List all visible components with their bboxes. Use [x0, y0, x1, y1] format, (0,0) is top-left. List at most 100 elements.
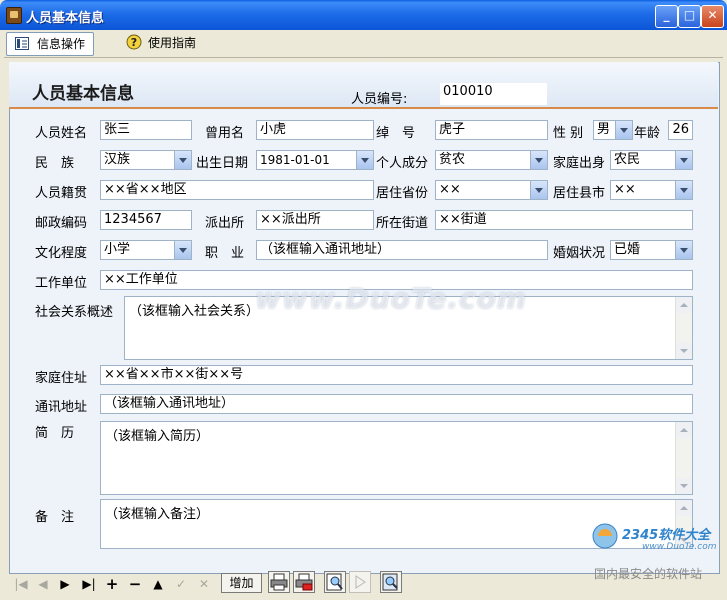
svg-text:?: ? — [131, 36, 137, 49]
gender-label: 性 别 — [553, 126, 584, 141]
scroll-up-icon[interactable] — [676, 500, 692, 516]
scrollbar[interactable] — [675, 422, 692, 494]
resume-value: （该框输入简历） — [105, 429, 210, 444]
county-select[interactable]: ×× — [610, 180, 693, 200]
gender-value: 男 — [597, 122, 611, 137]
province-label: 居住省份 — [376, 186, 429, 201]
marital-select[interactable]: 已婚 — [610, 240, 693, 260]
occupation-field[interactable]: （该框输入通讯地址） — [256, 240, 548, 260]
gender-select[interactable]: 男 — [593, 120, 633, 140]
find-button[interactable] — [380, 571, 402, 593]
nickname-field[interactable]: 虎子 — [435, 120, 548, 140]
title-bar — [0, 0, 727, 30]
window-title: 人员基本信息 — [26, 11, 105, 26]
maximize-button[interactable]: □ — [678, 5, 701, 28]
last-icon: ▶| — [82, 577, 96, 591]
tab-info-ops[interactable]: 信息操作 — [6, 32, 95, 56]
close-button[interactable]: ✕ — [701, 5, 724, 28]
add-button[interactable]: 增加 — [221, 573, 262, 593]
help-icon: ? — [126, 34, 142, 50]
minimize-button[interactable]: _ — [655, 5, 678, 28]
home-field[interactable]: ××省××市××街××号 — [100, 365, 693, 385]
brand-slogan: 国内最安全的软件站 — [594, 567, 703, 581]
print-setup-button[interactable] — [293, 571, 315, 593]
check-icon: ✓ — [175, 577, 187, 591]
birthdate-picker[interactable]: 1981-01-01 — [256, 150, 374, 170]
person-id-field[interactable]: 010010 — [440, 83, 547, 105]
last-record-button[interactable]: ▶| — [80, 575, 98, 593]
education-value: 小学 — [104, 242, 131, 257]
cancel-record-button[interactable]: ✕ — [195, 575, 213, 593]
education-select[interactable]: 小学 — [100, 240, 192, 260]
insert-record-button[interactable]: + — [103, 575, 121, 593]
watermark: www.DuoTe.com — [255, 282, 527, 315]
origin-field[interactable]: ××省××地区 — [100, 180, 374, 200]
preview-button[interactable] — [324, 571, 346, 593]
resume-textarea[interactable]: （该框输入简历） — [100, 421, 693, 495]
form-icon — [15, 37, 29, 50]
police-field[interactable]: ××派出所 — [256, 210, 374, 230]
class-select[interactable]: 贫农 — [435, 150, 548, 170]
resume-label: 简 历 — [35, 426, 75, 441]
play-button[interactable] — [349, 571, 371, 593]
notes-value: （该框输入备注） — [105, 507, 210, 522]
tab-guide[interactable]: ? 使用指南 — [118, 32, 204, 54]
next-record-button[interactable]: ▶ — [56, 575, 74, 593]
first-record-button[interactable]: |◀ — [12, 575, 30, 593]
chevron-down-icon[interactable] — [675, 241, 692, 259]
cancel-icon: ✕ — [198, 577, 210, 591]
chevron-down-icon[interactable] — [356, 151, 373, 169]
scroll-down-icon[interactable] — [676, 343, 692, 359]
tab-bar — [4, 30, 723, 58]
chevron-down-icon[interactable] — [615, 121, 632, 139]
ethnicity-value: 汉族 — [104, 152, 131, 167]
search-icon — [382, 573, 398, 591]
chevron-down-icon[interactable] — [675, 151, 692, 169]
former-name-label: 曾用名 — [205, 126, 245, 141]
tab-label: 信息操作 — [37, 37, 86, 51]
edit-record-button[interactable]: ▲ — [149, 575, 167, 593]
province-select[interactable]: ×× — [435, 180, 548, 200]
print-button[interactable] — [268, 571, 290, 593]
postcode-field[interactable]: 1234567 — [100, 210, 192, 230]
printer-icon — [270, 573, 288, 591]
delete-record-button[interactable]: − — [126, 575, 144, 593]
chevron-down-icon[interactable] — [530, 181, 547, 199]
printer-setup-icon — [295, 573, 313, 591]
chevron-down-icon[interactable] — [174, 241, 191, 259]
brand-name: 2345软件大全 — [622, 528, 711, 543]
first-icon: |◀ — [14, 577, 28, 591]
street-field[interactable]: ××街道 — [435, 210, 693, 230]
scroll-up-icon[interactable] — [676, 422, 692, 438]
former-name-field[interactable]: 小虎 — [256, 120, 374, 140]
prev-record-button[interactable]: ◀ — [34, 575, 52, 593]
notes-label: 备 注 — [35, 510, 75, 525]
marital-label: 婚姻状况 — [553, 246, 606, 261]
education-label: 文化程度 — [35, 246, 88, 261]
tab-label: 使用指南 — [148, 36, 197, 50]
county-value: ×× — [614, 182, 636, 197]
ethnicity-select[interactable]: 汉族 — [100, 150, 192, 170]
chevron-down-icon[interactable] — [174, 151, 191, 169]
app-icon — [6, 7, 22, 24]
age-field[interactable]: 26 — [668, 120, 693, 140]
postcode-label: 邮政编码 — [35, 216, 88, 231]
minimize-icon: _ — [663, 8, 670, 22]
person-id-label: 人员编号: — [351, 92, 408, 107]
chevron-down-icon[interactable] — [530, 151, 547, 169]
name-field[interactable]: 张三 — [100, 120, 192, 140]
street-label: 所在街道 — [376, 216, 429, 231]
workplace-label: 工作单位 — [35, 276, 88, 291]
close-icon: ✕ — [707, 8, 718, 22]
social-value: （该框输入社会关系） — [129, 304, 260, 319]
scroll-down-icon[interactable] — [676, 478, 692, 494]
page-title: 人员基本信息 — [32, 84, 134, 104]
post-record-button[interactable]: ✓ — [172, 575, 190, 593]
scroll-up-icon[interactable] — [676, 297, 692, 313]
scrollbar[interactable] — [675, 297, 692, 359]
brand-logo-icon — [592, 523, 618, 549]
chevron-down-icon[interactable] — [675, 181, 692, 199]
mail-field[interactable]: （该框输入通讯地址） — [100, 394, 693, 414]
occupation-label: 职 业 — [205, 246, 245, 261]
family-select[interactable]: 农民 — [610, 150, 693, 170]
